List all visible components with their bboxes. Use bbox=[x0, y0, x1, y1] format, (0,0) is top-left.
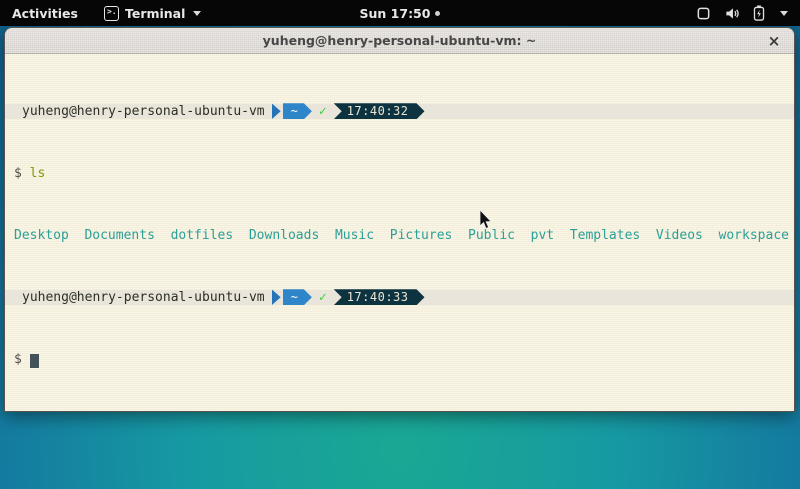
directory-name: Music bbox=[335, 228, 374, 243]
window-titlebar[interactable]: yuheng@henry-personal-ubuntu-vm: ~ × bbox=[5, 28, 794, 54]
terminal-content[interactable]: yuheng@henry-personal-ubuntu-vm ~ ✓ 17:40:3… bbox=[5, 54, 794, 411]
powerline-segment: ~ ✓ 17:40:33 bbox=[265, 289, 425, 305]
path-segment: ~ bbox=[283, 103, 312, 119]
arrow-right-icon bbox=[272, 103, 281, 119]
notification-dot-icon bbox=[435, 11, 440, 16]
time-segment: 17:40:33 bbox=[334, 289, 425, 305]
top-bar: Activities >. Terminal Sun 17:50 bbox=[0, 0, 800, 26]
arrow-right-icon bbox=[272, 289, 281, 305]
terminal-icon: >. bbox=[104, 6, 119, 21]
system-tray[interactable] bbox=[684, 0, 800, 26]
prompt-user: yuheng@henry-personal-ubuntu-vm bbox=[22, 104, 265, 120]
close-button[interactable]: × bbox=[764, 31, 784, 51]
powerline-segment: ~ ✓ 17:40:32 bbox=[265, 103, 425, 119]
path-segment: ~ bbox=[283, 289, 312, 305]
ls-output: Desktop Documents dotfiles Downloads Mus… bbox=[5, 228, 794, 244]
time-segment: 17:40:32 bbox=[334, 103, 425, 119]
volume-icon bbox=[724, 6, 740, 21]
directory-name: Desktop bbox=[14, 228, 69, 243]
command-line: $ ls bbox=[5, 166, 794, 182]
input-line[interactable]: $ bbox=[5, 352, 794, 368]
app-menu-label: Terminal bbox=[125, 6, 185, 21]
prompt-line: yuheng@henry-personal-ubuntu-vm ~ ✓ 17:40:3… bbox=[5, 290, 794, 306]
prompt-user: yuheng@henry-personal-ubuntu-vm bbox=[22, 290, 265, 306]
activities-label: Activities bbox=[12, 6, 78, 21]
app-menu-terminal[interactable]: >. Terminal bbox=[98, 0, 207, 26]
directory-name: Templates bbox=[570, 228, 640, 243]
chevron-down-icon bbox=[193, 11, 201, 16]
check-icon: ✓ bbox=[319, 104, 327, 120]
text-cursor bbox=[30, 354, 39, 368]
directory-name: dotfiles bbox=[171, 228, 234, 243]
prompt-symbol: $ bbox=[14, 352, 22, 367]
window-title: yuheng@henry-personal-ubuntu-vm: ~ bbox=[263, 33, 537, 48]
prompt-symbol: $ bbox=[14, 166, 22, 181]
directory-name: pvt bbox=[531, 228, 554, 243]
directory-name: Downloads bbox=[249, 228, 319, 243]
prompt-line: yuheng@henry-personal-ubuntu-vm ~ ✓ 17:40:3… bbox=[5, 104, 794, 120]
command-text: ls bbox=[30, 166, 46, 181]
check-icon: ✓ bbox=[319, 290, 327, 306]
directory-name: Documents bbox=[84, 228, 154, 243]
screen-icon bbox=[696, 6, 711, 21]
chevron-down-icon bbox=[780, 11, 788, 16]
directory-name: Videos bbox=[656, 228, 703, 243]
directory-name: Public bbox=[468, 228, 515, 243]
clock-label: Sun 17:50 bbox=[360, 6, 431, 21]
activities-button[interactable]: Activities bbox=[0, 0, 90, 26]
battery-charging-icon bbox=[753, 5, 765, 21]
directory-name: workspace bbox=[719, 228, 789, 243]
directory-name: Pictures bbox=[390, 228, 453, 243]
terminal-window: yuheng@henry-personal-ubuntu-vm: ~ × yuh… bbox=[4, 27, 795, 412]
